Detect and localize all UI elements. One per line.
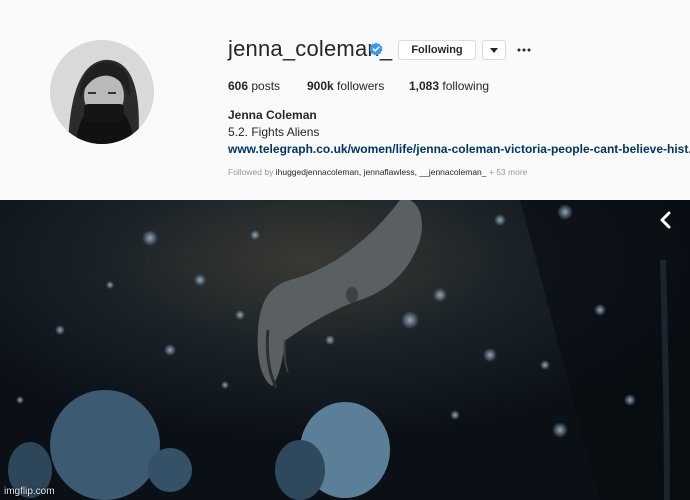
followed-by-names: ihuggedjennacoleman, jennaflawless, __je… [275,167,487,177]
watermark: imgflip.com [4,486,55,497]
posts-stat: 606 posts [228,79,280,93]
bio-text: 5.2. Fights Aliens [228,125,320,139]
profile-link[interactable]: www.telegraph.co.uk/women/life/jenna-col… [228,142,690,156]
full-name: Jenna Coleman [228,108,317,122]
ellipsis-icon [517,48,531,52]
following-stat[interactable]: 1,083 following [409,79,489,93]
followers-count: 900k [307,79,334,93]
avatar-photo [50,40,154,144]
dropdown-button[interactable] [482,40,506,60]
following-stat-label: following [442,79,490,93]
verified-badge-icon [369,42,383,56]
followers-label: followers [337,79,385,93]
avatar[interactable] [50,40,154,144]
followed-by-prefix: Followed by [228,167,274,177]
more-options-button[interactable] [516,40,532,60]
followed-by-more: + 53 more [488,167,528,177]
followed-by[interactable]: Followed by ihuggedjennacoleman, jennafl… [228,167,527,177]
following-count: 1,083 [409,79,440,93]
caret-down-icon [490,47,498,53]
media-photo [0,200,690,500]
previous-arrow-button[interactable] [654,208,676,232]
posts-count: 606 [228,79,249,93]
chevron-left-icon [660,211,671,229]
followers-stat[interactable]: 900k followers [307,79,384,93]
posts-label: posts [251,79,281,93]
following-button[interactable]: Following [398,40,476,60]
username: jenna_coleman_ [228,36,393,61]
media-scene [0,200,690,500]
profile-header: jenna_coleman_ Following 606 posts 900k … [0,0,690,200]
